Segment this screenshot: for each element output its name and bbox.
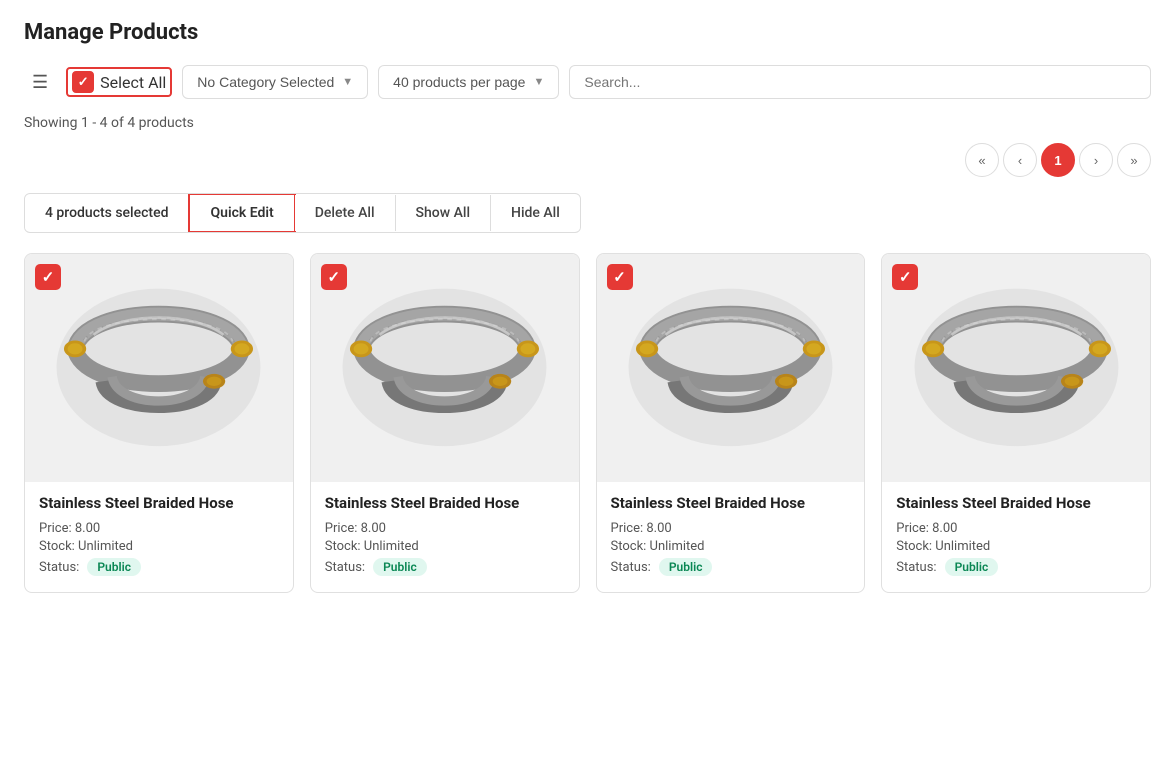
product-stock-0: Stock: Unlimited [39,539,279,554]
product-card: Stainless Steel Braided Hose Price: 8.00… [881,253,1151,593]
select-all-checkbox[interactable] [72,71,94,93]
product-card: Stainless Steel Braided Hose Price: 8.00… [596,253,866,593]
page-wrapper: Manage Products ☰ Select All No Category… [0,0,1175,783]
product-status-row-1: Status: Public [325,558,565,576]
product-price-2: Price: 8.00 [611,521,851,536]
product-checkbox-3[interactable] [892,264,918,290]
product-image-1 [311,254,579,482]
product-info-3: Stainless Steel Braided Hose Price: 8.00… [882,482,1150,593]
pagination-prev[interactable]: ‹ [1003,143,1037,177]
show-all-button[interactable]: Show All [396,195,492,231]
status-badge-2: Public [659,558,713,576]
status-label-1: Status: [325,560,365,575]
bulk-action-bar: 4 products selected Quick Edit Delete Al… [24,193,581,233]
toolbar: ☰ Select All No Category Selected ▼ 40 p… [24,65,1151,99]
hide-all-button[interactable]: Hide All [491,195,580,231]
status-label-3: Status: [896,560,936,575]
delete-all-button[interactable]: Delete All [295,195,396,231]
product-checkbox-0[interactable] [35,264,61,290]
quick-edit-button[interactable]: Quick Edit [188,193,295,233]
status-label-0: Status: [39,560,79,575]
product-checkbox-2[interactable] [607,264,633,290]
product-price-0: Price: 8.00 [39,521,279,536]
product-info-2: Stainless Steel Braided Hose Price: 8.00… [597,482,865,593]
product-image-wrapper [597,254,865,482]
per-page-dropdown[interactable]: 40 products per page ▼ [378,65,559,99]
product-image-0 [25,254,293,482]
chevron-down-icon: ▼ [342,76,353,88]
product-name-3: Stainless Steel Braided Hose [896,494,1136,514]
status-badge-1: Public [373,558,427,576]
product-info-0: Stainless Steel Braided Hose Price: 8.00… [25,482,293,593]
product-stock-1: Stock: Unlimited [325,539,565,554]
product-image-2 [597,254,865,482]
category-dropdown[interactable]: No Category Selected ▼ [182,65,368,99]
product-card: Stainless Steel Braided Hose Price: 8.00… [24,253,294,593]
chevron-down-icon: ▼ [533,76,544,88]
product-stock-2: Stock: Unlimited [611,539,851,554]
select-all-container[interactable]: Select All [66,67,172,97]
category-label: No Category Selected [197,74,334,90]
product-checkbox-1[interactable] [321,264,347,290]
product-image-3 [882,254,1150,482]
product-name-2: Stainless Steel Braided Hose [611,494,851,514]
product-name-1: Stainless Steel Braided Hose [325,494,565,514]
showing-text: Showing 1 - 4 of 4 products [24,115,1151,131]
product-image-wrapper [25,254,293,482]
product-price-3: Price: 8.00 [896,521,1136,536]
pagination-last[interactable]: » [1117,143,1151,177]
product-status-row-2: Status: Public [611,558,851,576]
menu-icon: ☰ [32,72,48,93]
selected-count: 4 products selected [25,195,189,231]
product-card: Stainless Steel Braided Hose Price: 8.00… [310,253,580,593]
product-status-row-3: Status: Public [896,558,1136,576]
product-name-0: Stainless Steel Braided Hose [39,494,279,514]
status-label-2: Status: [611,560,651,575]
search-input[interactable] [569,65,1151,99]
product-stock-3: Stock: Unlimited [896,539,1136,554]
pagination-current[interactable]: 1 [1041,143,1075,177]
product-info-1: Stainless Steel Braided Hose Price: 8.00… [311,482,579,593]
status-badge-3: Public [945,558,999,576]
menu-icon-button[interactable]: ☰ [24,66,56,99]
status-badge-0: Public [87,558,141,576]
pagination-first[interactable]: « [965,143,999,177]
page-title: Manage Products [24,20,1151,45]
product-image-wrapper [311,254,579,482]
product-status-row-0: Status: Public [39,558,279,576]
product-price-1: Price: 8.00 [325,521,565,536]
product-image-wrapper [882,254,1150,482]
pagination: « ‹ 1 › » [24,143,1151,177]
per-page-label: 40 products per page [393,74,525,90]
pagination-next[interactable]: › [1079,143,1113,177]
products-grid: Stainless Steel Braided Hose Price: 8.00… [24,253,1151,593]
select-all-label: Select All [100,73,166,92]
